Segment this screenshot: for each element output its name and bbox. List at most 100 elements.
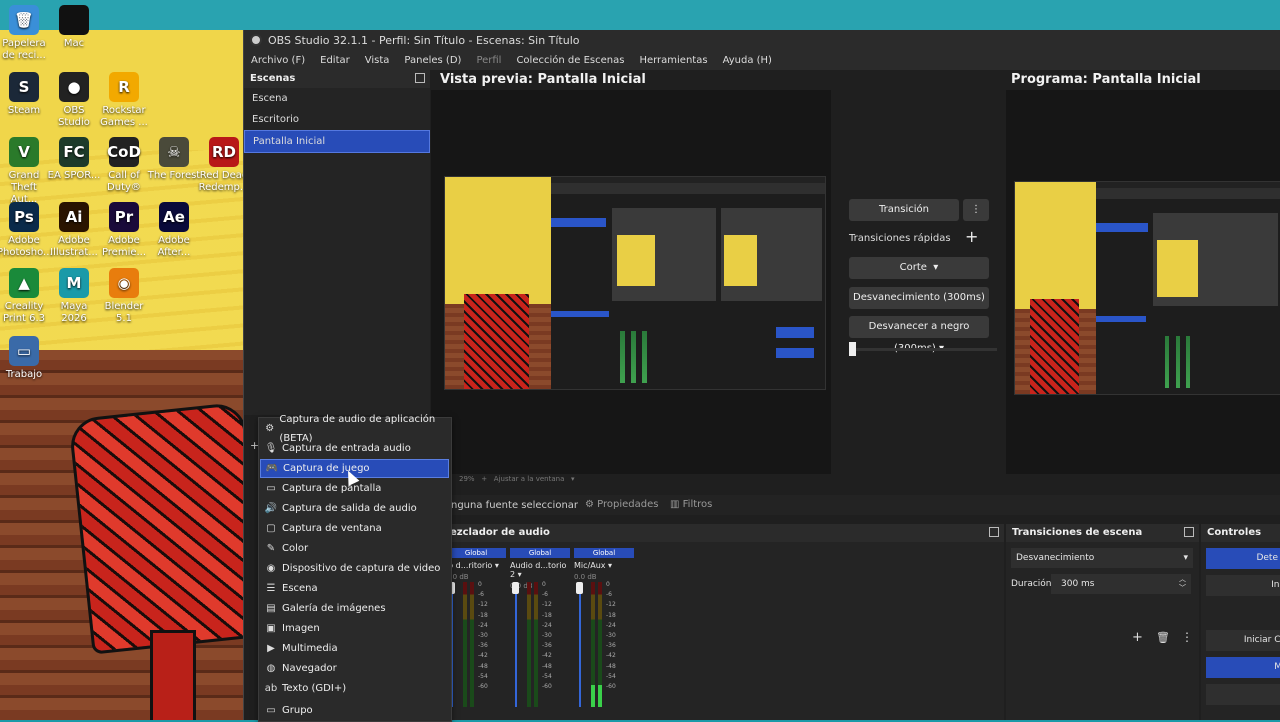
t-bar-handle[interactable] (849, 342, 856, 356)
db-tick: -54 (542, 672, 552, 680)
db-tick: -30 (606, 632, 616, 640)
app-icon: Ae (159, 202, 189, 232)
zoom-level[interactable]: 29% (459, 475, 475, 483)
transition-button[interactable]: Transición (849, 199, 959, 221)
desktop-icon[interactable]: Ps Adobe Photosho... (0, 202, 53, 259)
desktop-icon-label: Adobe Illustrat... (50, 235, 98, 258)
image-icon: ▣ (266, 623, 276, 634)
desktop-icon-label: Adobe Premie... (101, 235, 147, 258)
filters-button[interactable]: ▥ Filtros (670, 499, 712, 510)
transition-menu-icon[interactable]: ⋮ (963, 199, 989, 221)
more-icon[interactable]: ⋮ (1181, 630, 1193, 644)
desktop-icon[interactable]: ▭ Trabajo (0, 336, 51, 381)
camera-icon: ◉ (266, 563, 276, 574)
menu-archivo[interactable]: Archivo (F) (244, 55, 313, 66)
add-source-menu-item[interactable]: 🎙 Captura de entrada audio (260, 439, 449, 458)
duration-input[interactable]: 300 ms ︿ ﹀ (1051, 574, 1191, 594)
menu-paneles[interactable]: Paneles (D) (397, 55, 469, 66)
desktop-icon[interactable]: FC EA SPOR... (47, 137, 101, 182)
channel-name[interactable]: Mic/Aux ▾ (574, 561, 634, 570)
add-source-menu-item[interactable]: ▢ Captura de ventana (260, 519, 449, 538)
zoom-fit[interactable]: Ajustar a la ventana (494, 475, 565, 483)
volume-fader-knob[interactable] (576, 582, 583, 594)
trash-icon[interactable]: 🗑 (1156, 631, 1170, 644)
desktop-icon[interactable]: R Rockstar Games ... (97, 72, 151, 129)
spinner-icon[interactable]: ︿ ﹀ (1179, 575, 1186, 593)
desktop-icon[interactable]: ● OBS Studio (47, 72, 101, 129)
volume-fader-knob[interactable] (512, 582, 519, 594)
db-tick: 0 (478, 581, 482, 588)
menu-coleccion[interactable]: Colección de Escenas (509, 55, 632, 66)
quick-transition-fade[interactable]: Desvanecimiento (300ms) ▾ (849, 287, 989, 325)
settings-button[interactable] (1206, 684, 1280, 705)
stop-stream-button[interactable]: Dete (1206, 548, 1280, 569)
db-tick: -48 (542, 662, 552, 670)
add-source-menu-item[interactable]: ▣ Imagen (260, 619, 449, 638)
desktop-icon[interactable]: Pr Adobe Premie... (97, 202, 151, 259)
add-source-menu-item[interactable]: ✎ Color (260, 539, 449, 558)
channel-db: 0.0 dB (574, 573, 597, 581)
gallery-icon: ▤ (266, 603, 276, 614)
menu-item-label: Multimedia (282, 643, 338, 654)
preview-canvas[interactable] (431, 90, 831, 474)
db-scale: 0 -6 -12 -18 -24 -30 -36 -42 -48 -54 -60 (542, 580, 552, 692)
scene-item-pantalla-inicial[interactable]: Pantalla Inicial (244, 130, 430, 153)
desktop-icon[interactable]: ☠ The Forest (147, 137, 201, 182)
undock-icon[interactable] (989, 527, 999, 537)
channel-name[interactable]: Audio d...torio 2 ▾ (510, 561, 570, 579)
quick-transitions-label: Transiciones rápidas (849, 233, 951, 244)
add-source-menu-item[interactable]: ◍ Navegador (260, 659, 449, 678)
desktop-icon[interactable]: M Maya 2026 (47, 268, 101, 325)
menu-vista[interactable]: Vista (358, 55, 398, 66)
start-virtual-camera-button[interactable]: Iniciar Ca (1206, 630, 1280, 651)
desktop-icon[interactable]: Mac (47, 5, 101, 50)
add-transition-icon[interactable]: + (1132, 630, 1143, 645)
channel-global-badge: Global (446, 548, 506, 558)
desktop-icon[interactable]: ◉ Blender 5.1 (97, 268, 151, 325)
menu-perfil[interactable]: Perfil (469, 55, 509, 66)
add-source-menu-item[interactable]: ☰ Escena (260, 579, 449, 598)
scene-item-escritorio[interactable]: Escritorio (244, 109, 430, 130)
menu-herramientas[interactable]: Herramientas (632, 55, 715, 66)
microphone-icon: 🎙 (264, 443, 278, 454)
add-source-menu-item[interactable]: 🔊 Captura de salida de audio (260, 499, 449, 518)
quick-transition-corte[interactable]: Corte ▾ (849, 257, 989, 279)
db-tick: -54 (478, 672, 488, 680)
undock-icon[interactable] (1184, 527, 1194, 537)
add-source-menu-item[interactable]: ⚙ Captura de audio de aplicación (BETA) (260, 414, 449, 444)
channel-name[interactable]: io d...ritorio ▾ (446, 561, 506, 570)
app-icon: ◉ (109, 268, 139, 298)
desktop-icon[interactable]: V Grand Theft Aut... (0, 137, 51, 206)
add-source-menu-item[interactable]: ◉ Dispositivo de captura de video (260, 559, 449, 578)
desktop-icon-label: The Forest (147, 170, 201, 181)
desktop-icon[interactable]: Ae Adobe After... (147, 202, 201, 259)
add-source-menu-item[interactable]: ▭ Grupo (260, 701, 449, 720)
desktop-icon[interactable]: 🗑 Papelera de reci... (0, 5, 51, 62)
scene-item-escena[interactable]: Escena (244, 88, 430, 109)
undock-icon[interactable] (415, 73, 425, 83)
add-source-menu-item[interactable]: ab Texto (GDI+) (260, 679, 449, 698)
db-tick: -6 (542, 591, 548, 599)
start-recording-button[interactable]: Ini (1206, 575, 1280, 596)
add-quick-transition-icon[interactable]: + (965, 227, 978, 246)
add-source-menu-item[interactable]: ▶ Multimedia (260, 639, 449, 658)
transition-type-select[interactable]: Desvanecimiento ▾ (1011, 548, 1193, 568)
studio-mode-button[interactable]: M (1206, 657, 1280, 678)
menu-ayuda[interactable]: Ayuda (H) (716, 55, 780, 66)
desktop-icon[interactable]: ▲ Creality Print 6.3 (0, 268, 51, 325)
db-tick: -6 (606, 591, 612, 599)
window-title: OBS Studio 32.1.1 - Perfil: Sin Título -… (268, 33, 580, 47)
app-icon: RD (209, 137, 239, 167)
volume-fader[interactable] (515, 582, 517, 707)
menu-editar[interactable]: Editar (313, 55, 358, 66)
properties-button[interactable]: ⚙ Propiedades (585, 499, 658, 510)
play-icon: ▶ (267, 643, 275, 654)
add-source-menu-item[interactable]: ▤ Galería de imágenes (260, 599, 449, 618)
t-bar-track[interactable] (849, 348, 997, 351)
desktop-icon[interactable]: Ai Adobe Illustrat... (47, 202, 101, 259)
volume-fader[interactable] (579, 582, 581, 707)
quick-transition-fade-black[interactable]: Desvanecer a negro (300ms) ▾ (849, 316, 989, 354)
scenes-header-label: Escenas (250, 73, 296, 84)
desktop-icon[interactable]: S Steam (0, 72, 51, 117)
desktop-icon[interactable]: CoD Call of Duty® (97, 137, 151, 194)
